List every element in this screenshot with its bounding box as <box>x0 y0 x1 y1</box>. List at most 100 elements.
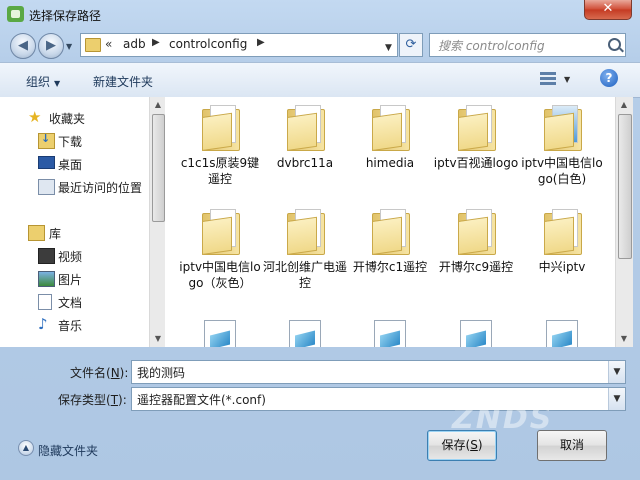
desktop-icon <box>38 156 55 169</box>
search-placeholder: 搜索 controlconfig <box>438 39 545 53</box>
address-segment-adb[interactable]: adb <box>123 37 146 51</box>
hide-folders-toggle-icon[interactable]: ▲ <box>18 440 34 456</box>
back-button[interactable]: ◀ <box>10 33 36 59</box>
file-list-scrollbar[interactable]: ▲ ▼ <box>615 97 633 347</box>
folder-item[interactable]: 开博尔c9遥控 <box>433 209 519 275</box>
folder-item[interactable]: iptv中国电信logo（灰色） <box>177 209 263 291</box>
sidebar-item-documents[interactable]: 文档 <box>0 291 149 311</box>
address-separator[interactable]: ▶ <box>152 37 160 48</box>
download-folder-icon <box>38 132 55 149</box>
sidebar-item-favorites[interactable]: ★ 收藏夹 <box>0 107 149 127</box>
file-item[interactable] <box>262 320 348 347</box>
organize-label: 组织 <box>26 75 51 89</box>
folder-icon <box>544 209 582 255</box>
sidebar-item-label: 收藏夹 <box>49 112 86 126</box>
help-icon[interactable]: ? <box>600 69 618 87</box>
sidebar-item-videos[interactable]: 视频 <box>0 245 149 265</box>
sidebar-item-label: 图片 <box>58 273 83 287</box>
folder-icon <box>372 209 410 255</box>
folder-icon <box>458 105 496 151</box>
folder-name: dvbrc11a <box>276 156 334 170</box>
watermark-text: 智能电视网 <box>492 395 542 406</box>
watermark-logo: ZNDS <box>452 401 554 436</box>
sidebar-item-music[interactable]: ♪ 音乐 <box>0 314 149 334</box>
filename-field[interactable]: 我的测码 ▼ <box>131 360 626 384</box>
file-item[interactable] <box>433 320 519 347</box>
file-item[interactable] <box>177 320 263 347</box>
refresh-button[interactable]: ⟳ <box>399 33 423 57</box>
folder-item[interactable]: c1c1s原装9键遥控 <box>177 105 263 187</box>
scroll-down-arrow[interactable]: ▼ <box>150 332 166 346</box>
save-label-suffix: ) <box>477 438 483 452</box>
view-mode-dropdown[interactable]: ▼ <box>564 75 570 84</box>
file-item[interactable] <box>519 320 605 347</box>
sidebar-item-label: 视频 <box>58 250 83 264</box>
view-line <box>540 82 556 85</box>
config-file-icon <box>374 320 406 347</box>
forward-button[interactable]: ▶ <box>38 33 64 59</box>
chevron-down-icon[interactable]: ▼ <box>608 361 625 383</box>
save-label: 保存( <box>441 438 471 452</box>
folder-icon <box>202 105 240 151</box>
new-folder-button[interactable]: 新建文件夹 <box>93 73 153 90</box>
scroll-up-arrow[interactable]: ▲ <box>616 98 632 112</box>
navigation-pane-scrollbar[interactable]: ▲ ▼ <box>149 97 166 347</box>
scroll-up-arrow[interactable]: ▲ <box>150 98 166 112</box>
chevron-down-icon: ▼ <box>54 79 61 88</box>
folder-icon <box>287 209 325 255</box>
folder-name: iptv中国电信logo(白色) <box>521 156 603 186</box>
folder-item[interactable]: himedia <box>347 105 433 171</box>
sidebar-item-label: 库 <box>49 227 62 241</box>
address-separator[interactable]: ▶ <box>257 37 265 48</box>
view-line <box>540 77 556 80</box>
filename-value: 我的测码 <box>137 366 186 380</box>
address-bar[interactable]: « adb ▶ controlconfig ▶ ▼ <box>80 33 398 57</box>
address-segment-controlconfig[interactable]: controlconfig <box>169 37 247 51</box>
address-overflow-chevron[interactable]: « <box>105 37 112 51</box>
sidebar-item-label: 桌面 <box>58 158 83 172</box>
config-file-icon <box>546 320 578 347</box>
view-line <box>540 72 556 75</box>
folder-item[interactable]: iptv百视通logo <box>433 105 519 171</box>
command-toolbar: 组织 ▼ 新建文件夹 ▼ ? <box>0 62 640 98</box>
organize-menu-button[interactable]: 组织 ▼ <box>26 73 60 90</box>
config-file-icon <box>204 320 236 347</box>
app-icon <box>7 6 24 22</box>
close-button[interactable]: ✕ <box>584 0 632 20</box>
music-note-icon: ♪ <box>38 315 48 333</box>
navigation-bar: ◀ ▶ ▼ « adb ▶ controlconfig ▶ ▼ ⟳ 搜索 con… <box>0 30 640 62</box>
recent-pages-dropdown[interactable]: ▼ <box>66 42 72 51</box>
folder-name: himedia <box>365 156 415 170</box>
filetype-value: 遥控器配置文件(*.conf) <box>137 393 266 407</box>
star-icon: ★ <box>28 108 42 126</box>
sidebar-item-desktop[interactable]: 桌面 <box>0 153 149 173</box>
address-dropdown[interactable]: ▼ <box>382 37 395 59</box>
scrollbar-thumb[interactable] <box>152 114 165 222</box>
view-mode-icon[interactable] <box>538 71 558 87</box>
folder-item[interactable]: 开博尔c1遥控 <box>347 209 433 275</box>
search-input[interactable]: 搜索 controlconfig <box>429 33 626 57</box>
navigation-pane: ★ 收藏夹 下载 桌面 最近访问的位置 库 视频 图片 文档 <box>0 97 149 347</box>
sidebar-item-pictures[interactable]: 图片 <box>0 268 149 288</box>
sidebar-item-label: 文档 <box>58 296 83 310</box>
filename-label-text: 文件名( <box>70 366 111 380</box>
scrollbar-thumb[interactable] <box>618 114 632 259</box>
folder-icon <box>202 209 240 255</box>
folder-item[interactable]: iptv中国电信logo(白色) <box>519 105 605 187</box>
filename-label-suffix: ): <box>119 366 129 380</box>
scroll-down-arrow[interactable]: ▼ <box>616 332 632 346</box>
folder-name: 开博尔c9遥控 <box>438 260 514 274</box>
folder-icon <box>372 105 410 151</box>
video-icon <box>38 248 55 264</box>
hide-folders-button[interactable]: 隐藏文件夹 <box>38 442 98 459</box>
sidebar-item-label: 音乐 <box>58 319 83 333</box>
sidebar-item-recent-places[interactable]: 最近访问的位置 <box>0 176 149 196</box>
folder-item[interactable]: dvbrc11a <box>262 105 348 171</box>
folder-item[interactable]: 中兴iptv <box>519 209 605 275</box>
file-item[interactable] <box>347 320 433 347</box>
filetype-label-suffix: ): <box>118 393 127 407</box>
sidebar-item-libraries[interactable]: 库 <box>0 222 149 242</box>
sidebar-item-downloads[interactable]: 下载 <box>0 130 149 150</box>
folder-item[interactable]: 河北创维广电遥控 <box>262 209 348 291</box>
folder-name: 开博尔c1遥控 <box>352 260 428 274</box>
